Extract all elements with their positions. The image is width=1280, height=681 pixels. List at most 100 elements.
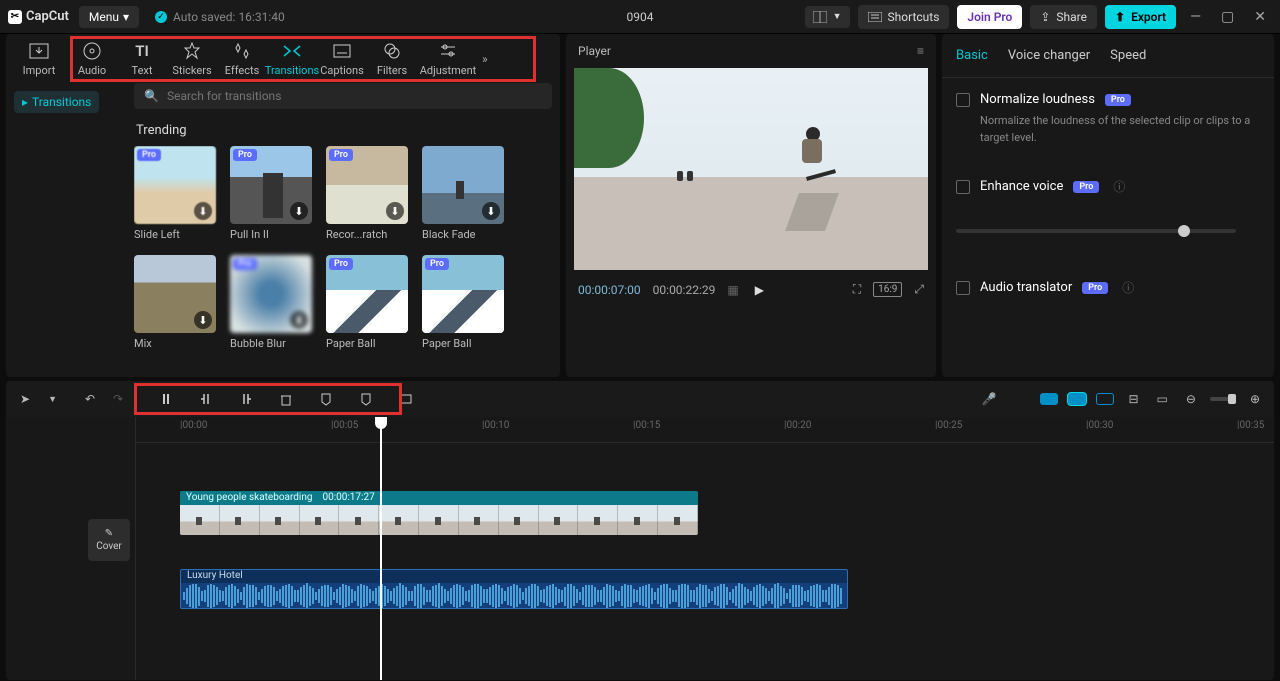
tab-import[interactable]: Import [14, 40, 64, 77]
transition-card[interactable]: Pro⬇Pull In II [230, 146, 312, 241]
audio-clip[interactable]: Luxury Hotel [180, 569, 848, 609]
checkbox-normalize[interactable] [956, 93, 970, 107]
aspect-ratio[interactable]: 16:9 [873, 282, 902, 297]
opt-label: Enhance voice [980, 179, 1063, 194]
card-label: Black Fade [422, 228, 504, 241]
zoom-in-button[interactable]: ⊕ [1246, 388, 1264, 410]
play-button[interactable]: ▶ [755, 283, 764, 297]
app-name: CapCut [26, 9, 69, 24]
transition-card[interactable]: Pro⬇Paper Ball [326, 255, 408, 350]
titlebar: ✂ CapCut Menu ▾ ✓ Auto saved: 16:31:40 0… [0, 0, 1280, 34]
cover-button[interactable]: ✎ Cover [88, 519, 130, 561]
tab-audio[interactable]: Audio [68, 40, 116, 77]
magnet-main-toggle[interactable] [1040, 393, 1058, 405]
player-header: Player ≡ [566, 34, 936, 68]
zoom-out-button[interactable]: ⊖ [1182, 388, 1200, 410]
download-icon[interactable]: ⬇ [386, 311, 404, 329]
info-icon[interactable]: ⓘ [1122, 279, 1134, 296]
tabs-overflow-button[interactable]: » [482, 52, 488, 66]
pointer-tool[interactable]: ➤ [16, 388, 34, 410]
main-area: Import Audio TI Text Stickers Effects Tr… [0, 34, 1280, 377]
download-icon[interactable]: ⬇ [290, 311, 308, 329]
transition-card[interactable]: Pro⬇Bubble Blur [230, 255, 312, 350]
checkbox-translator[interactable] [956, 281, 970, 295]
sidebar-item-transitions[interactable]: ▸ Transitions [14, 91, 99, 113]
close-button[interactable]: ✕ [1248, 9, 1272, 25]
project-name[interactable]: 0904 [627, 10, 654, 24]
player-panel: Player ≡ 00:00:07:00 00:00:22:29 ▦ ▶ ⛶ 1… [566, 34, 936, 377]
join-pro-button[interactable]: Join Pro [957, 5, 1022, 29]
share-button[interactable]: ⇪ Share [1030, 5, 1097, 29]
video-clip[interactable]: Young people skateboarding 00:00:17:27 [180, 491, 698, 535]
pro-badge: Pro [233, 258, 257, 270]
compare-icon[interactable]: ▦ [727, 283, 738, 297]
chevron-down-icon: ▼ [833, 11, 842, 22]
download-icon[interactable]: ⬇ [194, 311, 212, 329]
tab-basic[interactable]: Basic [956, 48, 988, 63]
slider-knob[interactable] [1178, 225, 1190, 237]
opt-label: Audio translator [980, 280, 1072, 295]
tab-effects[interactable]: Effects [218, 40, 266, 77]
tab-voice-changer[interactable]: Voice changer [1008, 48, 1090, 63]
search-input[interactable] [167, 89, 542, 103]
fullscreen-icon[interactable]: ⤢ [914, 282, 924, 297]
info-icon[interactable]: ⓘ [1113, 178, 1125, 195]
tab-text[interactable]: TI Text [118, 40, 166, 77]
marker-in-tool[interactable] [315, 388, 337, 410]
download-icon[interactable]: ⬇ [290, 202, 308, 220]
minimize-button[interactable]: — [1184, 9, 1207, 25]
adjustment-icon [437, 40, 459, 62]
ruler-label: 00:30 [1088, 420, 1113, 431]
transition-card[interactable]: Pro⬇Slide Left [134, 146, 216, 241]
undo-button[interactable]: ↶ [81, 388, 99, 410]
stickers-icon [181, 40, 203, 62]
redo-button[interactable]: ↷ [109, 388, 127, 410]
download-icon[interactable]: ⬇ [482, 311, 500, 329]
tab-stickers[interactable]: Stickers [168, 40, 216, 77]
playhead[interactable] [380, 417, 382, 680]
player-menu-button[interactable]: ≡ [917, 44, 924, 58]
tab-transitions[interactable]: Transitions [268, 40, 316, 77]
magnet-track-toggle[interactable] [1068, 393, 1086, 405]
snap-toggle[interactable]: ⊟ [1124, 388, 1142, 410]
crop-icon[interactable]: ⛶ [853, 282, 861, 297]
menu-button[interactable]: Menu ▾ [79, 6, 139, 28]
preview-toggle[interactable]: ▭ [1153, 388, 1172, 410]
tab-filters[interactable]: Filters [368, 40, 416, 77]
media-content: 🔍 Trending Pro⬇Slide Left Pro⬇Pull In II… [126, 83, 560, 377]
mic-button[interactable]: 🎤 [978, 388, 1001, 410]
marker-out-tool[interactable] [355, 388, 377, 410]
split-tool[interactable] [155, 388, 177, 410]
layout-button[interactable]: ▼ [805, 6, 850, 28]
zoom-slider[interactable] [1210, 397, 1236, 401]
tab-label: Captions [320, 64, 364, 77]
transition-card[interactable]: Pro⬇Recor...ratch [326, 146, 408, 241]
freeze-tool[interactable] [395, 388, 417, 410]
media-panel: Import Audio TI Text Stickers Effects Tr… [6, 34, 560, 377]
shortcuts-button[interactable]: Shortcuts [858, 5, 950, 29]
split-right-tool[interactable] [235, 388, 257, 410]
link-toggle[interactable] [1096, 393, 1114, 405]
search-bar[interactable]: 🔍 [134, 83, 552, 109]
maximize-button[interactable]: ▢ [1215, 9, 1240, 25]
transition-card[interactable]: ⬇Mix [134, 255, 216, 350]
split-left-tool[interactable] [195, 388, 217, 410]
tab-speed[interactable]: Speed [1110, 48, 1146, 63]
app-logo: ✂ CapCut [8, 9, 69, 24]
transition-card[interactable]: Pro⬇Paper Ball [422, 255, 504, 350]
enhance-slider[interactable] [956, 229, 1236, 233]
timeline-main[interactable]: |00:00 |00:05 |00:10 |00:15 |00:20 |00:2… [136, 417, 1274, 680]
tab-captions[interactable]: Captions [318, 40, 366, 77]
download-icon[interactable]: ⬇ [386, 202, 404, 220]
timeline-ruler[interactable]: |00:00 |00:05 |00:10 |00:15 |00:20 |00:2… [136, 417, 1274, 443]
delete-tool[interactable] [275, 388, 297, 410]
keyboard-icon [868, 12, 882, 22]
player-preview[interactable] [574, 68, 928, 270]
transition-card[interactable]: ⬇ Black Fade [422, 146, 504, 241]
download-icon[interactable]: ⬇ [194, 202, 212, 220]
download-icon[interactable]: ⬇ [482, 202, 500, 220]
tab-adjustment[interactable]: Adjustment [418, 40, 478, 77]
checkbox-enhance[interactable] [956, 180, 970, 194]
pointer-dropdown[interactable]: ▼ [44, 390, 61, 409]
export-button[interactable]: ⬆ Export [1105, 5, 1176, 29]
